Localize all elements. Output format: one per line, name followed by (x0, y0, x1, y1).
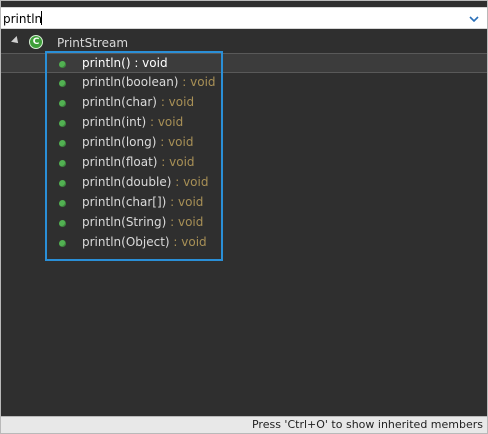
method-signature: println(char[]) : void (82, 195, 203, 209)
method-return-type: : void (166, 215, 204, 229)
method-signature: println(boolean) : void (82, 75, 216, 89)
method-row[interactable]: println(String) : void (1, 213, 487, 233)
method-name: println(char) (82, 95, 157, 109)
method-return-type: : void (166, 195, 204, 209)
method-return-type: : void (171, 175, 209, 189)
class-icon: C (29, 35, 43, 49)
chevron-down-icon[interactable] (467, 11, 481, 26)
public-method-icon (59, 240, 66, 247)
method-signature: println(String) : void (82, 215, 203, 229)
quick-outline-popup: C PrintStream println() : voidprintln(bo… (0, 0, 488, 434)
method-return-type: : void (130, 56, 168, 70)
method-row[interactable]: println(int) : void (1, 113, 487, 133)
class-label: PrintStream (57, 36, 129, 50)
method-row[interactable]: println(Object) : void (1, 233, 487, 253)
method-name: println(boolean) (82, 75, 179, 89)
public-method-icon (59, 140, 66, 147)
method-signature: println(long) : void (82, 135, 193, 149)
method-return-type: : void (169, 235, 207, 249)
method-return-type: : void (146, 115, 184, 129)
method-signature: println(double) : void (82, 175, 208, 189)
method-row[interactable]: println(float) : void (1, 153, 487, 173)
method-row[interactable]: println(char) : void (1, 93, 487, 113)
method-signature: println() : void (82, 56, 168, 70)
tree-root-printstream[interactable]: C PrintStream (1, 34, 487, 52)
class-icon-letter: C (32, 37, 40, 47)
public-method-icon (59, 200, 66, 207)
method-name: println(int) (82, 115, 147, 129)
method-return-type: : void (157, 155, 195, 169)
expand-triangle-icon[interactable] (11, 36, 21, 46)
public-method-icon (59, 180, 66, 187)
method-name: println() (82, 56, 131, 70)
method-return-type: : void (178, 75, 216, 89)
public-method-icon (59, 61, 66, 68)
method-signature: println(Object) : void (82, 235, 207, 249)
filter-bar (1, 7, 487, 29)
method-row[interactable]: println(boolean) : void (1, 73, 487, 93)
status-bar: Press 'Ctrl+O' to show inherited members (1, 416, 487, 433)
method-row[interactable]: println(char[]) : void (1, 193, 487, 213)
filter-input[interactable] (3, 10, 459, 27)
text-caret (41, 11, 42, 25)
method-signature: println(float) : void (82, 155, 195, 169)
method-signature: println(int) : void (82, 115, 183, 129)
method-name: println(double) (82, 175, 172, 189)
public-method-icon (59, 80, 66, 87)
public-method-icon (59, 100, 66, 107)
method-row[interactable]: println(double) : void (1, 173, 487, 193)
method-row[interactable]: println(long) : void (1, 133, 487, 153)
method-name: println(String) (82, 215, 167, 229)
status-text: Press 'Ctrl+O' to show inherited members (251, 418, 483, 431)
method-name: println(float) (82, 155, 158, 169)
method-name: println(Object) (82, 235, 170, 249)
method-name: println(char[]) (82, 195, 167, 209)
method-signature: println(char) : void (82, 95, 194, 109)
method-name: println(long) (82, 135, 157, 149)
method-return-type: : void (157, 95, 195, 109)
method-return-type: : void (156, 135, 194, 149)
public-method-icon (59, 120, 66, 127)
public-method-icon (59, 160, 66, 167)
method-row[interactable]: println() : void (1, 53, 487, 73)
public-method-icon (59, 220, 66, 227)
